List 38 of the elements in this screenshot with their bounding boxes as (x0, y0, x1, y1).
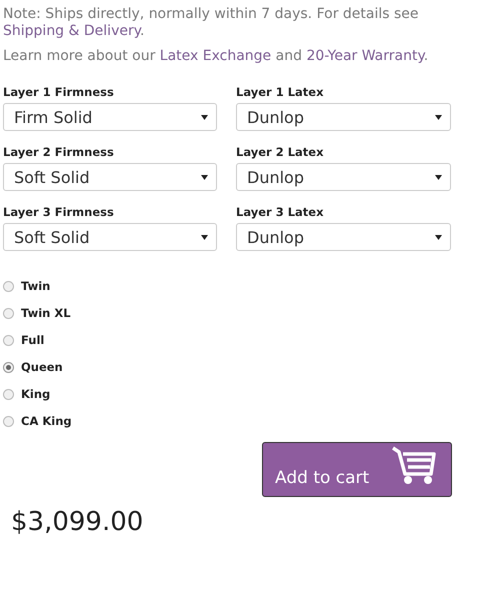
field-label: Layer 3 Firmness (3, 205, 115, 219)
radio-button[interactable] (3, 308, 14, 318)
caret-icon (201, 174, 208, 180)
radio-button[interactable] (3, 334, 14, 346)
radio-button[interactable] (3, 362, 14, 372)
radio-button[interactable] (3, 388, 14, 400)
dropdown[interactable]: Dunlop (236, 103, 451, 131)
caret-icon (435, 114, 442, 120)
field-label: Layer 2 Latex (236, 145, 325, 159)
field-label: Layer 3 Latex (236, 205, 325, 219)
link[interactable]: 20-Year Warranty (306, 48, 424, 64)
radio-button[interactable] (3, 280, 14, 292)
field-label: Layer 2 Firmness (3, 145, 115, 159)
dropdown[interactable]: Soft Solid (3, 163, 217, 191)
dropdown[interactable]: Dunlop (236, 223, 451, 251)
size-label: Twin (21, 278, 50, 295)
field-label: Layer 1 Latex (236, 85, 325, 99)
caret-icon (201, 234, 208, 240)
caret-icon (435, 234, 442, 240)
add-to-cart-button[interactable]: Add to cart (262, 442, 452, 497)
radio-button[interactable] (3, 416, 14, 426)
caret-icon (201, 114, 208, 120)
size-label: Twin XL (21, 305, 71, 322)
size-label: Queen (21, 359, 63, 376)
field-label: Layer 1 Firmness (3, 85, 115, 99)
price: $3,099.00 (11, 506, 144, 539)
link[interactable]: Latex Exchange (160, 48, 272, 64)
caret-icon (435, 174, 442, 180)
cart-icon (391, 446, 437, 486)
size-label: King (21, 386, 50, 403)
dropdown[interactable]: Soft Solid (3, 223, 217, 251)
note-text: Learn more about our Latex Exchange and 20-Year Warranty. (3, 48, 430, 65)
link[interactable]: Shipping & Delivery (3, 23, 140, 39)
size-label: CA King (21, 413, 72, 430)
dropdown[interactable]: Firm Solid (3, 103, 217, 131)
dropdown[interactable]: Dunlop (236, 163, 451, 191)
size-label: Full (21, 332, 44, 349)
note-text: Note: Ships directly, normally within 7 days. For details see Shipping & Delivery. (3, 6, 420, 40)
